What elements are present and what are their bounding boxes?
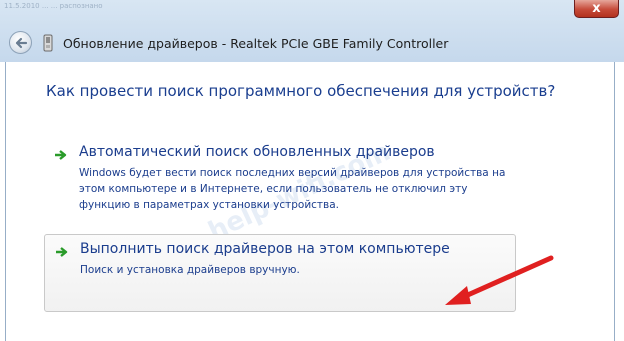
annotation-arrow-icon: [445, 255, 554, 305]
back-arrow-icon: [15, 37, 28, 49]
close-button[interactable]: x: [574, 0, 619, 18]
option-description: Windows будет вести поиск последних верс…: [79, 167, 506, 211]
green-arrow-icon: [55, 150, 67, 160]
device-icon: [41, 34, 55, 52]
dialog-content: Как провести поиск программного обеспече…: [5, 62, 615, 341]
option-title: Автоматический поиск обновленных драйвер…: [79, 144, 435, 160]
auto-search-option[interactable]: Автоматический поиск обновленных драйвер…: [44, 138, 516, 216]
option-title: Выполнить поиск драйверов на этом компью…: [80, 241, 450, 257]
navigation-bar: Обновление драйверов - Realtek PCIe GBE …: [0, 28, 624, 58]
window-title: Обновление драйверов - Realtek PCIe GBE …: [63, 36, 449, 51]
green-arrow-icon: [56, 247, 68, 257]
background-text: 11.5.2010 ... ... распознано: [4, 2, 103, 10]
page-heading: Как провести поиск программного обеспече…: [46, 82, 556, 100]
back-button[interactable]: [9, 31, 32, 54]
